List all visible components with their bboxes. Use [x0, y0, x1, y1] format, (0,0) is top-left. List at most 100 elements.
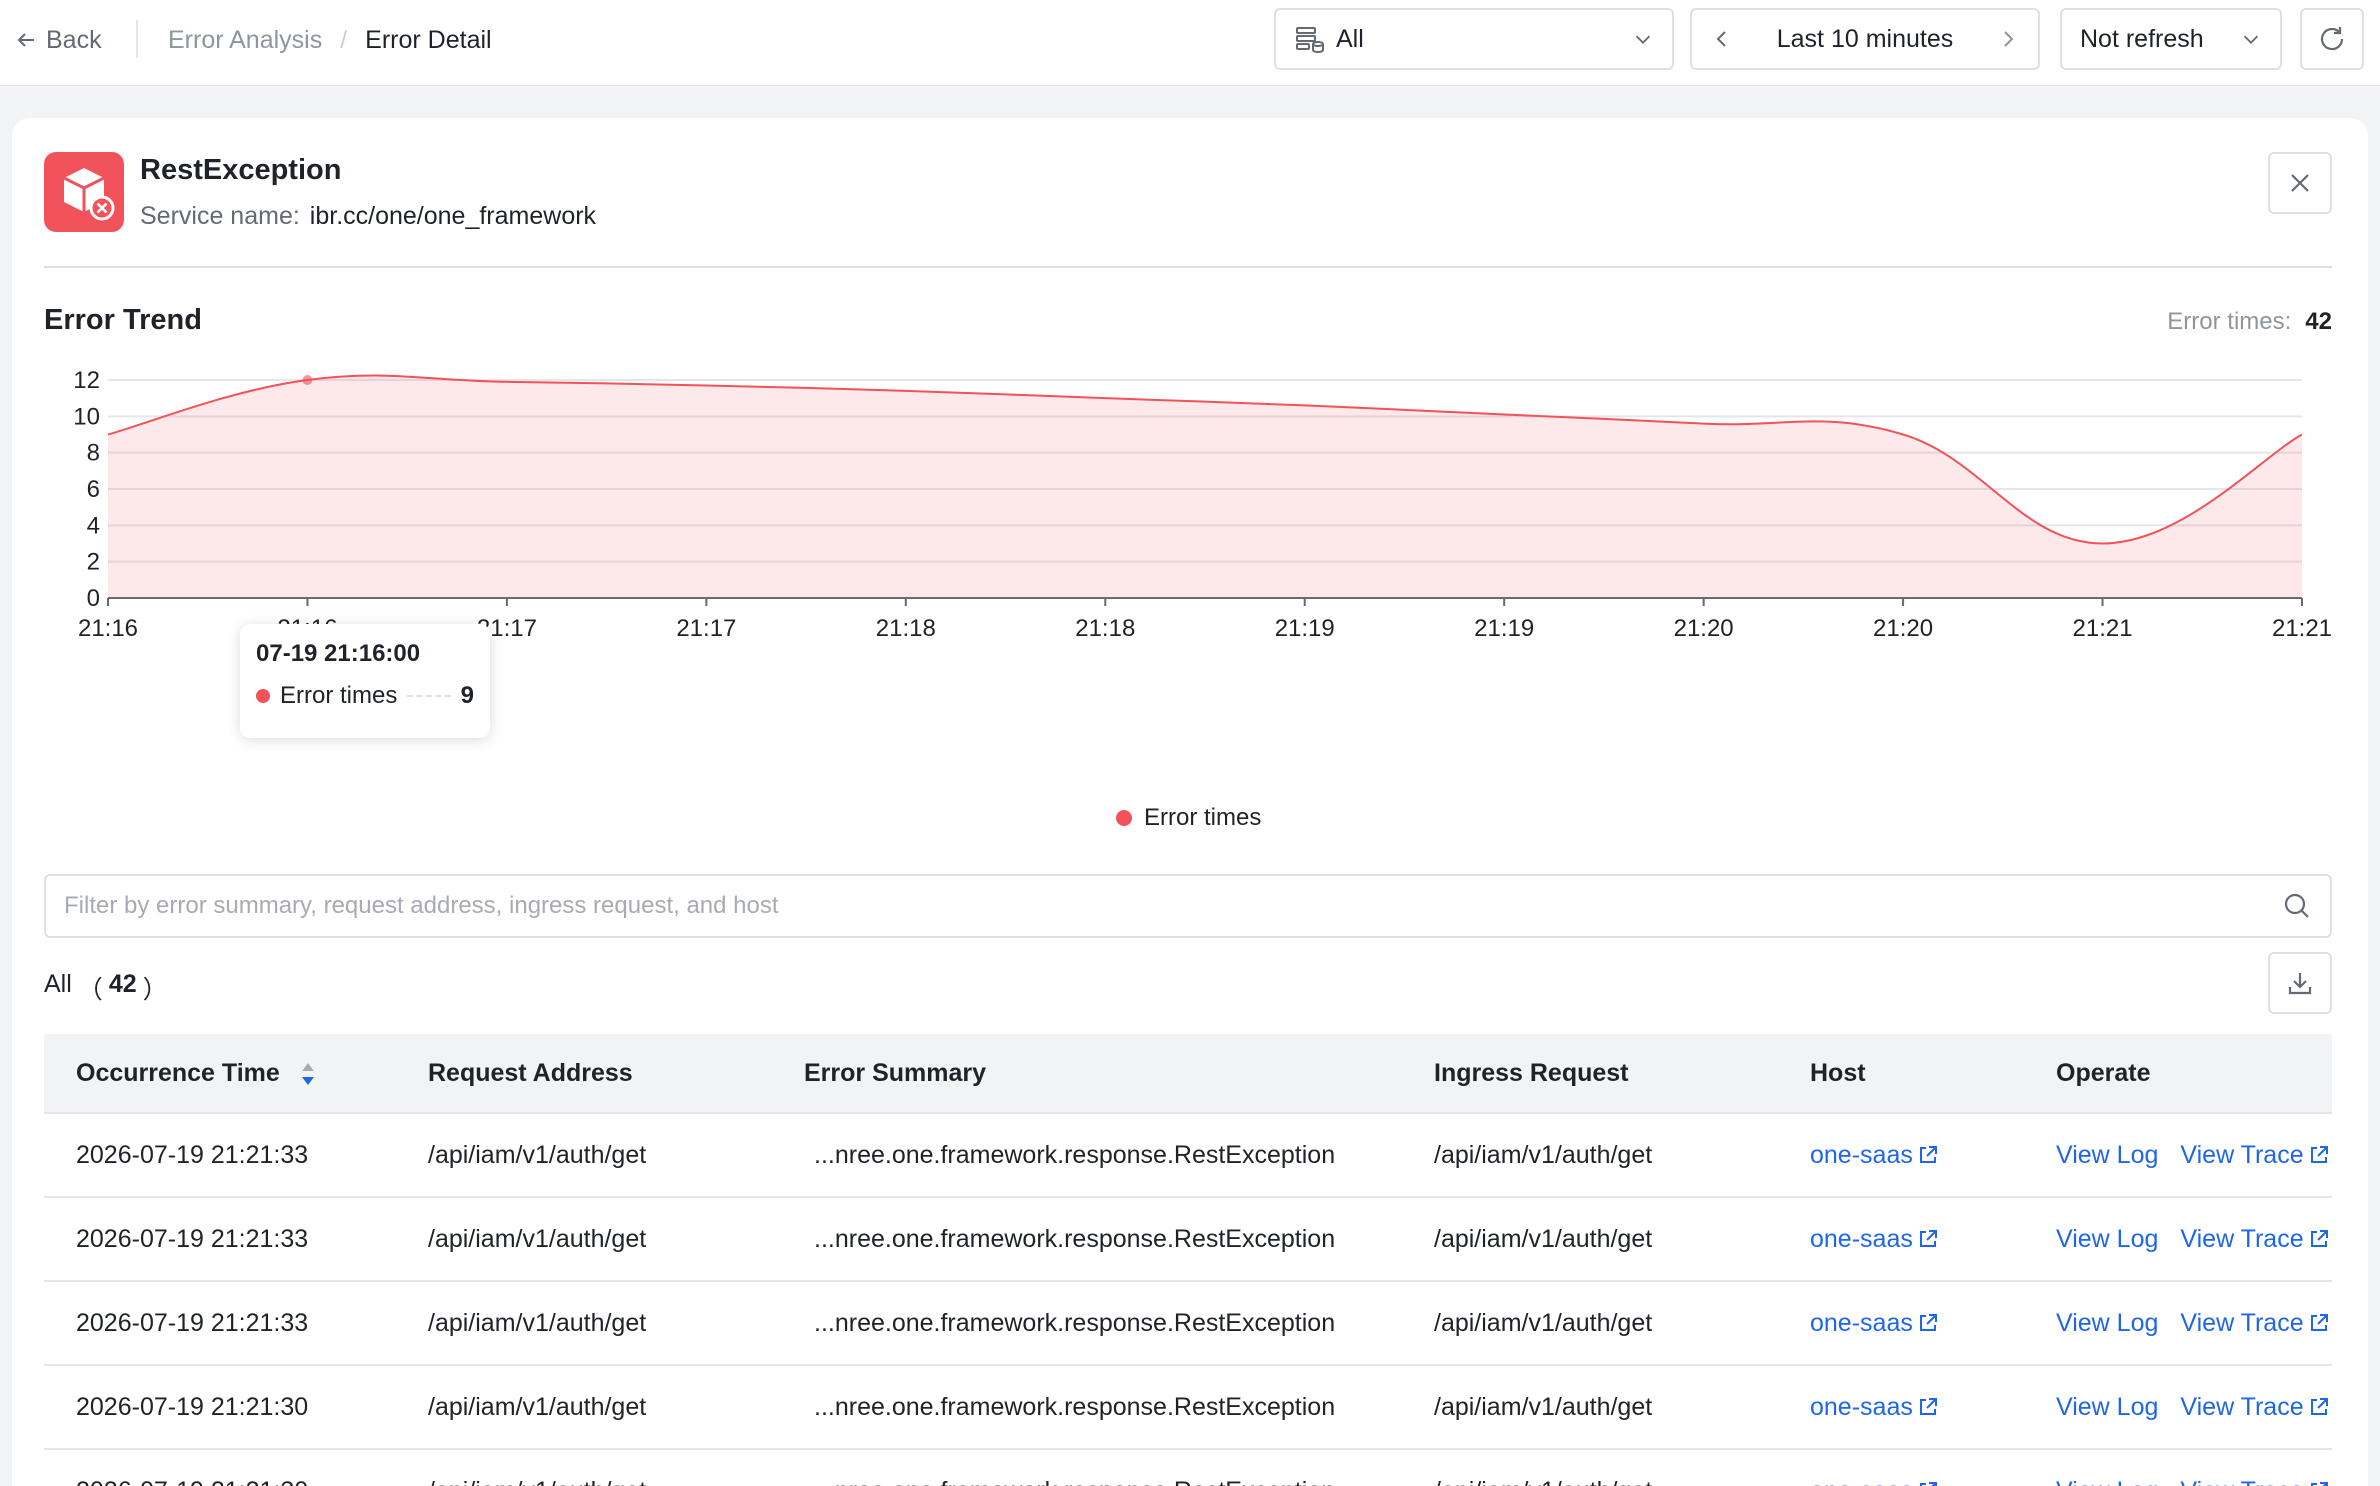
error-summary-text: ...nree.one.framework.response.RestExcep… — [804, 1477, 1335, 1486]
count-open-paren: （ — [77, 976, 103, 1004]
view-log-link[interactable]: View Log — [2056, 1393, 2158, 1422]
host-link[interactable]: one-saas — [1810, 1477, 1939, 1486]
table-row: 2026-07-19 21:21:30/api/iam/v1/auth/get.… — [44, 1366, 2332, 1450]
back-button[interactable]: Back — [14, 20, 102, 60]
reload-button[interactable] — [2300, 8, 2364, 70]
cell-operate: View Log View Trace — [2024, 1225, 2332, 1254]
error-times-label: Error times: — [2167, 308, 2292, 335]
view-log-link[interactable]: View Log — [2056, 1141, 2158, 1170]
legend-label: Error times — [1144, 804, 1262, 831]
x-tick-label: 21:21 — [2272, 615, 2332, 642]
error-summary-text: ...nree.one.framework.response.RestExcep… — [814, 1308, 1336, 1337]
cell-request-address: /api/iam/v1/auth/get — [396, 1477, 772, 1486]
refresh-interval-value: Not refresh — [2080, 24, 2204, 53]
error-table: Occurrence Time Request Address Error Su… — [44, 1034, 2332, 1486]
environment-value: All — [1336, 24, 1364, 53]
breadcrumb-error-detail: Error Detail — [365, 25, 492, 54]
external-link-icon — [2310, 1314, 2328, 1331]
error-summary-text: ...nree.one.framework.response.RestExcep… — [814, 1392, 1336, 1421]
host-link[interactable]: one-saas — [1810, 1225, 1939, 1254]
refresh-interval-select[interactable]: Not refresh — [2060, 8, 2282, 70]
data-point — [302, 375, 313, 385]
y-tick-label: 10 — [73, 403, 100, 430]
cell-error-summary: ...nree.one.framework.response.RestExcep… — [772, 1225, 1402, 1254]
environment-select[interactable]: All — [1274, 8, 1674, 70]
close-button[interactable] — [2268, 152, 2332, 214]
filter-input[interactable] — [64, 892, 2282, 920]
cell-operate: View Log View Trace — [2024, 1141, 2332, 1170]
view-log-link[interactable]: View Log — [2056, 1225, 2158, 1254]
cell-occurrence-time: 2026-07-19 21:21:33 — [76, 1140, 309, 1169]
cell-occurrence-time: 2026-07-19 21:21:33 — [76, 1224, 309, 1253]
column-occurrence-time[interactable]: Occurrence Time — [44, 1059, 396, 1088]
table-row: 2026-07-19 21:21:33/api/iam/v1/auth/get.… — [44, 1282, 2332, 1366]
cell-ingress-request: /api/iam/v1/auth/get — [1434, 1140, 1653, 1169]
view-trace-link[interactable]: View Trace — [2180, 1477, 2329, 1486]
x-tick-label: 21:19 — [1275, 615, 1335, 642]
search-icon[interactable] — [2282, 891, 2312, 921]
chevron-left-icon[interactable] — [1710, 27, 1734, 51]
external-link-icon — [1919, 1482, 1937, 1486]
cell-host: one-saas — [1778, 1225, 2024, 1254]
view-trace-label: View Trace — [2180, 1308, 2304, 1337]
cell-error-summary: ...nree.one.framework.response.RestExcep… — [772, 1393, 1402, 1422]
external-link-icon — [1919, 1146, 1937, 1163]
y-tick-label: 8 — [87, 440, 100, 467]
error-trend-title: Error Trend — [44, 304, 202, 336]
database-icon — [1296, 27, 1324, 54]
tooltip-series-dot — [256, 689, 270, 703]
y-tick-label: 12 — [73, 367, 100, 394]
view-trace-link[interactable]: View Trace — [2180, 1309, 2329, 1338]
breadcrumb: Error Analysis / Error Detail — [168, 20, 492, 60]
host-link[interactable]: one-saas — [1810, 1393, 1939, 1422]
breadcrumb-separator: / — [340, 25, 348, 54]
download-button[interactable] — [2268, 952, 2332, 1014]
x-tick-label: 21:20 — [1873, 615, 1933, 642]
sort-icon[interactable] — [299, 1061, 317, 1087]
cell-host: one-saas — [1778, 1393, 2024, 1422]
view-trace-link[interactable]: View Trace — [2180, 1225, 2329, 1254]
chevron-right-icon[interactable] — [1996, 27, 2020, 51]
column-ingress-request: Ingress Request — [1434, 1058, 1629, 1087]
view-log-link[interactable]: View Log — [2056, 1477, 2158, 1486]
time-range-picker[interactable]: Last 10 minutes — [1690, 8, 2040, 70]
service-name: Service name: ibr.cc/one/one_framework — [140, 202, 596, 231]
view-trace-label: View Trace — [2180, 1224, 2304, 1253]
external-link-icon — [2310, 1398, 2328, 1415]
error-times-total: Error times: 42 — [2167, 308, 2332, 336]
host-link-label: one-saas — [1810, 1308, 1913, 1337]
external-link-icon — [2310, 1230, 2328, 1247]
refresh-icon — [2320, 27, 2344, 51]
view-trace-label: View Trace — [2180, 1477, 2303, 1486]
cell-occurrence-time: 2026-07-19 21:21:30 — [76, 1392, 309, 1421]
view-trace-link[interactable]: View Trace — [2180, 1141, 2329, 1170]
top-bar: Back Error Analysis / Error Detail All L… — [0, 0, 2380, 86]
cell-ingress-request: /api/iam/v1/auth/get — [1402, 1477, 1778, 1486]
tooltip-value: 9 — [460, 682, 474, 709]
tooltip-series-name: Error times — [280, 682, 398, 709]
chart-legend[interactable]: Error times — [1116, 804, 1261, 832]
chevron-down-icon — [2243, 35, 2259, 44]
count-close-paren: ） — [142, 976, 168, 1004]
tooltip-row: Error times 9 — [256, 682, 474, 710]
filter-search-box[interactable] — [44, 874, 2332, 938]
service-name-value: ibr.cc/one/one_framework — [309, 202, 597, 230]
column-host: Host — [1810, 1058, 1866, 1087]
cell-request-address: /api/iam/v1/auth/get — [428, 1392, 647, 1421]
x-tick-label: 21:21 — [2073, 615, 2133, 642]
x-tick-label: 21:17 — [676, 615, 736, 642]
host-link[interactable]: one-saas — [1810, 1141, 1939, 1170]
cell-host: one-saas — [1778, 1309, 2024, 1338]
all-count: All （42） — [44, 970, 168, 1006]
cell-operate: View Log View Trace — [2024, 1309, 2332, 1338]
chevron-down-icon — [1635, 35, 1651, 44]
series-area-error-times — [108, 375, 2302, 598]
host-link[interactable]: one-saas — [1810, 1309, 1939, 1338]
cell-request-address: /api/iam/v1/auth/get — [428, 1308, 647, 1337]
view-log-link[interactable]: View Log — [2056, 1309, 2158, 1338]
view-trace-link[interactable]: View Trace — [2180, 1393, 2329, 1422]
cell-ingress-request: /api/iam/v1/auth/get — [1434, 1392, 1653, 1421]
close-icon — [2291, 174, 2309, 192]
breadcrumb-error-analysis[interactable]: Error Analysis — [168, 26, 322, 55]
exception-title: RestException — [140, 154, 342, 186]
